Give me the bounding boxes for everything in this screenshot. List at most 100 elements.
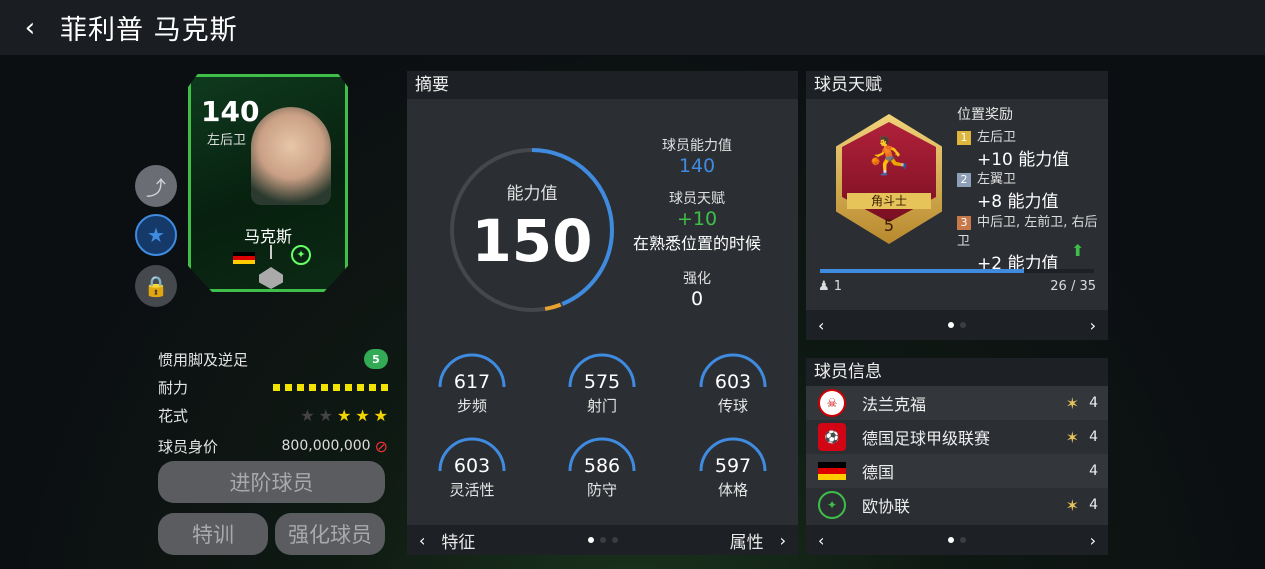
stamina-segment: [369, 383, 376, 391]
value-row: 球员身价 800,000,000 ⊘: [158, 435, 388, 457]
attribute-gauge: 586 防守: [562, 435, 642, 499]
stamina-segment: [309, 383, 316, 391]
info-level: 4: [1089, 497, 1098, 513]
attribute-value: 575: [583, 371, 621, 393]
talent-value: +10: [676, 208, 718, 230]
germany-flag-icon: [818, 462, 846, 480]
player-ovr-value: 140: [678, 155, 716, 177]
back-icon[interactable]: ‹: [0, 0, 60, 55]
lock-button[interactable]: 🔒: [135, 265, 177, 307]
share-icon: ⤴: [146, 175, 166, 200]
badge-name: 角斗士: [847, 193, 931, 209]
page-dots: [948, 537, 966, 543]
double-up-arrow-icon: ⬆: [1071, 241, 1085, 260]
stamina-segment: [381, 383, 388, 391]
attribute-value: 617: [453, 371, 491, 393]
progress-text: 26 / 35: [1050, 279, 1096, 294]
talent-progress-fill: [820, 269, 1024, 273]
page-title: 菲利普 马克斯: [60, 15, 238, 46]
stamina-segment: [285, 383, 292, 391]
chevron-right-icon[interactable]: ›: [1090, 531, 1096, 550]
page-dot: [948, 537, 954, 543]
info-level: 4: [1089, 395, 1098, 411]
talent-panel: 球员天赋 ⛹ 角斗士 5 位置奖励 1 左后卫 +10 能力值 2 左翼卫 +8 能…: [806, 71, 1108, 340]
info-name: 德国: [862, 463, 895, 482]
attribute-value: 603: [453, 455, 491, 477]
page-dots: [948, 322, 966, 328]
chevron-left-icon[interactable]: ‹: [818, 316, 824, 335]
info-row-club[interactable]: ☠ 法兰克福 ✶ 4: [806, 386, 1108, 420]
info-title: 球员信息: [806, 358, 1108, 386]
card-ovr: 140: [201, 95, 260, 128]
share-button[interactable]: ⤴: [135, 165, 177, 207]
skill-label: 花式: [158, 406, 189, 425]
summary-footer: ‹ 特征 属性 ›: [407, 525, 798, 555]
bonus-title: 位置奖励: [957, 107, 1013, 123]
attribute-gauge: 603 传球: [693, 351, 773, 415]
attribute-label: 灵活性: [449, 481, 495, 499]
info-footer: ‹ ›: [806, 525, 1108, 555]
bonus-amount: +10 能力值: [977, 150, 1070, 170]
conference-league-icon: ✦: [818, 491, 846, 519]
card-divider: [270, 245, 272, 259]
attribute-label: 射门: [586, 397, 617, 415]
info-level: 4: [1089, 429, 1098, 445]
bonus-positions: 左翼卫: [977, 172, 1017, 187]
info-row-nation[interactable]: 德国 4: [806, 454, 1108, 488]
owned-value: 1: [833, 279, 843, 294]
chevron-left-icon[interactable]: ‹: [419, 531, 425, 550]
star-icon: ★: [336, 405, 352, 425]
star-icon: ★: [373, 405, 388, 425]
page-dot: [587, 537, 594, 543]
conference-league-icon: ✦: [291, 245, 311, 265]
boost-player-button[interactable]: 强化球员: [275, 513, 385, 555]
page-dots: [587, 537, 618, 543]
bundesliga-logo-icon: ⚽: [818, 423, 846, 451]
chevron-right-icon[interactable]: ›: [1090, 316, 1096, 335]
info-row-competition[interactable]: ✦ 欧协联 ✶ 4: [806, 488, 1108, 522]
page-dot: [599, 537, 606, 543]
favorite-button[interactable]: ★: [135, 214, 177, 256]
attribute-gauge: 617 步频: [432, 351, 512, 415]
boost-value: 0: [690, 288, 704, 310]
train-button[interactable]: 特训: [158, 513, 268, 555]
bonus-amount: +8 能力值: [977, 192, 1059, 212]
talent-block: 球员天赋 +10 在熟悉位置的时候: [607, 188, 787, 254]
rank-gem-icon: [259, 267, 283, 289]
stamina-label: 耐力: [158, 378, 189, 397]
player-info-panel: 球员信息 ☠ 法兰克福 ✶ 4 ⚽ 德国足球甲级联赛 ✶ 4 德国 4 ✦ 欧协联 …: [806, 358, 1108, 555]
card-player-name: 马克斯: [243, 227, 292, 246]
stamina-segment: [333, 383, 340, 391]
tab-attributes[interactable]: 属性: [730, 528, 764, 553]
stamina-row: 耐力: [158, 376, 388, 398]
weak-foot-label: 惯用脚及逆足: [158, 350, 249, 369]
info-level: 4: [1089, 463, 1098, 479]
player-value: 800,000,000: [281, 438, 371, 454]
chevron-right-icon[interactable]: ›: [780, 531, 786, 550]
star-icon: ★: [300, 405, 315, 425]
owned-count: ♟ 1: [818, 279, 842, 294]
stamina-segment: [273, 383, 280, 391]
skill-stars: ★ ★ ★ ★ ★: [300, 406, 388, 425]
attribute-gauge: 597 体格: [693, 435, 773, 499]
lamp-icon: ✶: [1065, 495, 1080, 515]
players-tackling-icon: ⛹: [866, 136, 912, 177]
frankfurt-logo-icon: ☠: [818, 389, 846, 417]
top-bar: ‹ 菲利普 马克斯: [0, 0, 1265, 55]
ovr-value: 150: [471, 207, 593, 275]
card-position: 左后卫: [207, 133, 247, 148]
page-dot: [611, 537, 618, 543]
attribute-value: 586: [583, 455, 621, 477]
no-trade-icon: ⊘: [374, 436, 388, 456]
summary-title: 摘要: [407, 71, 798, 99]
advance-player-button[interactable]: 进阶球员: [158, 461, 385, 503]
bonus-rank: 1: [957, 131, 971, 145]
info-name: 德国足球甲级联赛: [862, 429, 991, 448]
player-ovr-block: 球员能力值 140: [607, 135, 787, 177]
talent-footer: ‹ ›: [806, 310, 1108, 340]
lamp-icon: ✶: [1065, 427, 1080, 447]
info-row-league[interactable]: ⚽ 德国足球甲级联赛 ✶ 4: [806, 420, 1108, 454]
attribute-value: 597: [714, 455, 752, 477]
tab-traits[interactable]: 特征: [441, 528, 475, 553]
chevron-left-icon[interactable]: ‹: [818, 531, 824, 550]
